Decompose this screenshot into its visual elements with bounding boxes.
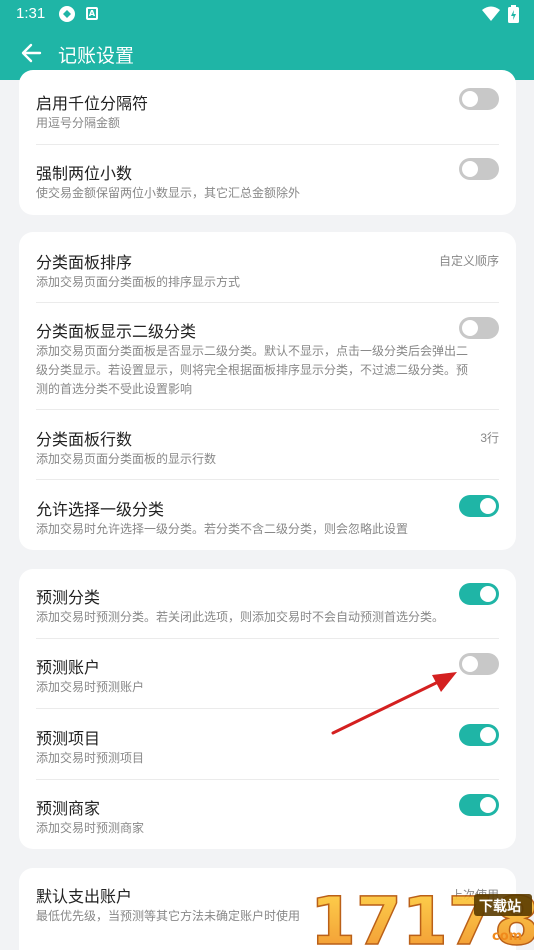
svg-text:下载站: 下载站: [479, 898, 521, 915]
watermark-logo-icon: 17178 下载站 com: [309, 882, 534, 950]
annotation-arrow-icon: [331, 672, 457, 735]
svg-text:com: com: [492, 929, 522, 944]
